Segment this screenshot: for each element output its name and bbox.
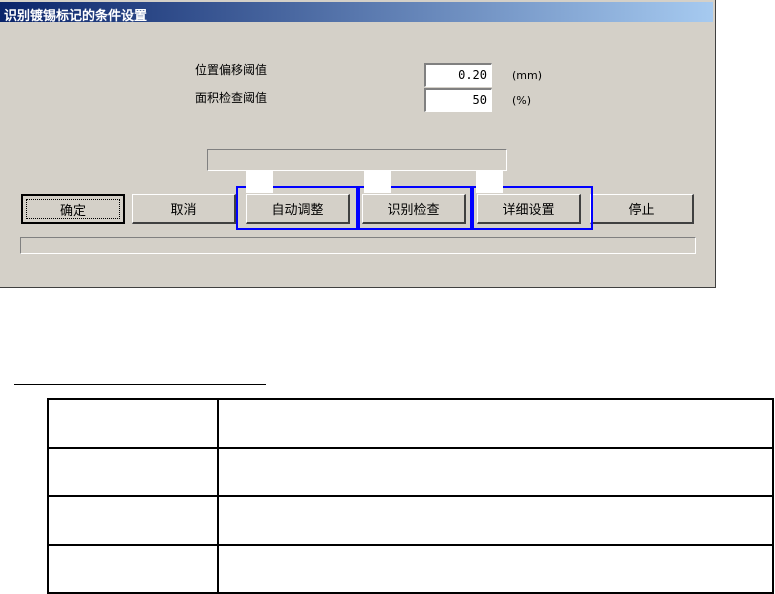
table-row bbox=[47, 446, 774, 497]
cancel-button[interactable]: 取消 bbox=[132, 194, 236, 224]
window-title: 识别镀锡标记的条件设置 bbox=[4, 9, 148, 24]
area-check-input[interactable]: 50 bbox=[424, 88, 492, 112]
ok-button[interactable]: 确定 bbox=[21, 194, 125, 224]
auto-adjust-button[interactable]: 自动调整 bbox=[246, 194, 350, 224]
area-check-unit: (%) bbox=[512, 94, 532, 107]
table-cell-key bbox=[47, 446, 219, 497]
table-row bbox=[47, 495, 774, 546]
callout-marker bbox=[364, 171, 391, 193]
description-table bbox=[47, 398, 774, 594]
status-field bbox=[207, 149, 507, 171]
recognize-check-button[interactable]: 识别检查 bbox=[362, 194, 466, 224]
table-row bbox=[47, 398, 774, 449]
detail-settings-button[interactable]: 详细设置 bbox=[477, 194, 581, 224]
table-cell-desc bbox=[217, 398, 774, 449]
table-cell-key bbox=[47, 495, 219, 546]
table-cell-desc bbox=[217, 446, 774, 497]
condition-settings-dialog: 识别镀锡标记的条件设置 位置偏移阈值 0.20 (mm) 面积检查阈值 50 (… bbox=[0, 0, 716, 288]
progress-bar bbox=[20, 237, 696, 254]
callout-marker bbox=[476, 171, 503, 193]
position-offset-input[interactable]: 0.20 bbox=[424, 63, 492, 87]
table-cell-key bbox=[47, 398, 219, 449]
title-bar[interactable]: 识别镀锡标记的条件设置 bbox=[0, 2, 713, 24]
table-cell-key bbox=[47, 543, 219, 594]
position-offset-unit: (mm) bbox=[512, 69, 543, 82]
table-cell-desc bbox=[217, 495, 774, 546]
section-heading-underline bbox=[14, 384, 266, 385]
area-check-label: 面积检查阈值 bbox=[195, 91, 268, 105]
table-cell-desc bbox=[217, 543, 774, 594]
table-row bbox=[47, 543, 774, 594]
callout-marker bbox=[246, 171, 273, 193]
position-offset-label: 位置偏移阈值 bbox=[195, 63, 268, 77]
stop-button[interactable]: 停止 bbox=[590, 194, 694, 224]
